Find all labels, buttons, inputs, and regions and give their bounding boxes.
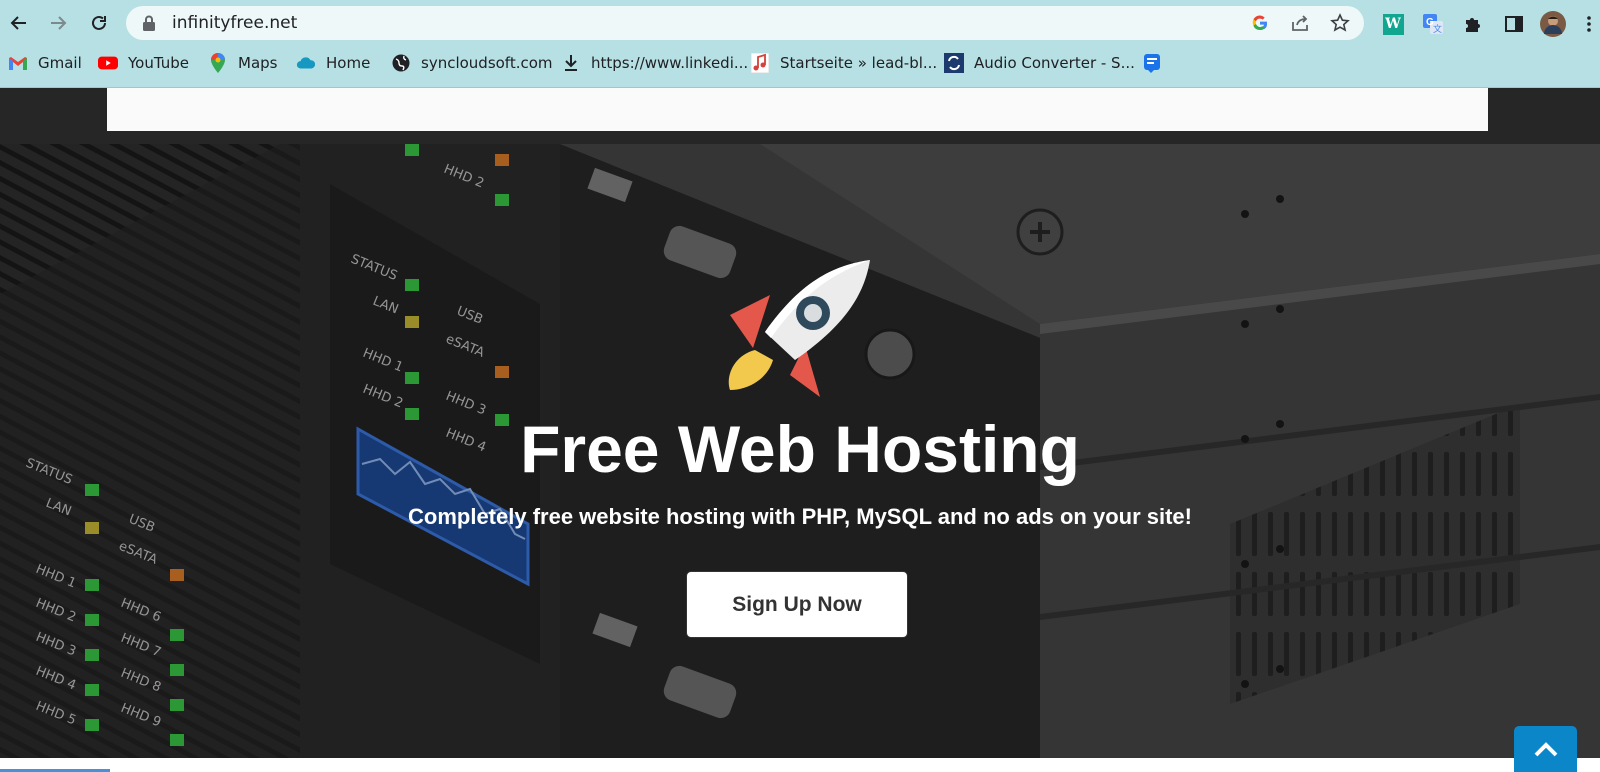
maps-icon <box>208 53 228 73</box>
bookmark-maps[interactable]: Maps <box>208 50 277 76</box>
profile-avatar[interactable] <box>1540 11 1566 37</box>
sign-up-button[interactable]: Sign Up Now <box>686 571 908 638</box>
browser-toolbar: infinityfree.net W G文 Gmail YouTube Maps… <box>0 0 1600 88</box>
lock-icon <box>142 14 156 37</box>
extension-w-icon[interactable]: W <box>1380 11 1406 37</box>
download-icon <box>561 53 581 73</box>
page-bottom-edge <box>0 758 1600 772</box>
bookmark-unnamed[interactable] <box>1142 50 1172 76</box>
rocket-icon <box>728 260 870 397</box>
gmail-icon <box>8 53 28 73</box>
hero-headline: Free Web Hosting <box>520 412 1080 486</box>
bookmark-linkedin[interactable]: https://www.linkedi... <box>561 50 748 76</box>
chevron-up-icon <box>1534 742 1557 757</box>
hero-subheadline: Completely free website hosting with PHP… <box>408 504 1192 529</box>
back-to-top-button[interactable] <box>1514 726 1577 772</box>
google-translate-icon[interactable]: G文 <box>1420 11 1446 37</box>
reload-button[interactable] <box>84 8 114 38</box>
site-navbar <box>107 88 1488 131</box>
bookmark-home[interactable]: Home <box>296 50 370 76</box>
bookmark-audio-converter[interactable]: Audio Converter - S... <box>944 50 1135 76</box>
note-app-icon <box>1142 53 1162 73</box>
extensions-puzzle-icon[interactable] <box>1460 11 1486 37</box>
music-note-icon <box>750 53 770 73</box>
bookmark-gmail[interactable]: Gmail <box>8 50 82 76</box>
back-arrow-icon <box>10 16 26 30</box>
share-icon[interactable] <box>1290 13 1310 33</box>
star-bookmark-icon[interactable] <box>1330 13 1350 33</box>
url-text[interactable]: infinityfree.net <box>172 13 297 33</box>
forward-button[interactable] <box>43 8 73 38</box>
hero-section: STATUS LAN USB eSATA HHD 1 HHD 2 HHD 3 H… <box>0 144 1600 758</box>
reload-icon <box>92 15 106 30</box>
bookmark-syncloudsoft[interactable]: syncloudsoft.com <box>391 50 553 76</box>
cloud-icon <box>296 53 316 73</box>
back-button[interactable] <box>4 8 34 38</box>
globe-icon <box>391 53 411 73</box>
more-menu-icon[interactable] <box>1576 11 1600 37</box>
address-bar[interactable]: infinityfree.net <box>126 6 1364 40</box>
svg-text:文: 文 <box>1433 23 1442 34</box>
bookmark-youtube[interactable]: YouTube <box>98 50 189 76</box>
side-panel-icon[interactable] <box>1501 11 1527 37</box>
google-icon[interactable] <box>1250 13 1270 33</box>
forward-arrow-icon <box>51 16 67 30</box>
bookmark-startseite[interactable]: Startseite » lead-bl... <box>750 50 937 76</box>
converter-icon <box>944 53 964 73</box>
youtube-icon <box>98 53 118 73</box>
